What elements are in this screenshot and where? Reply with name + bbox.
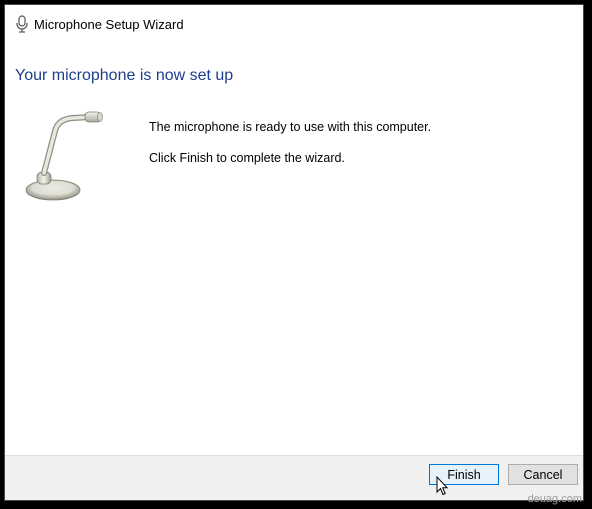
window-title: Microphone Setup Wizard bbox=[34, 17, 184, 32]
ready-message: The microphone is ready to use with this… bbox=[149, 120, 432, 134]
page-heading: Your microphone is now set up bbox=[15, 67, 234, 84]
watermark-text: deuag.com bbox=[527, 493, 582, 505]
cancel-button[interactable]: Cancel bbox=[508, 464, 578, 485]
desk-microphone-illustration bbox=[25, 111, 103, 201]
wizard-window: Microphone Setup Wizard Your microphone … bbox=[4, 4, 584, 501]
finish-instruction: Click Finish to complete the wizard. bbox=[149, 151, 345, 165]
wizard-footer: Finish Cancel bbox=[5, 455, 583, 500]
microphone-icon bbox=[16, 15, 28, 33]
finish-button[interactable]: Finish bbox=[429, 464, 499, 485]
title-bar[interactable]: Microphone Setup Wizard bbox=[5, 5, 583, 44]
